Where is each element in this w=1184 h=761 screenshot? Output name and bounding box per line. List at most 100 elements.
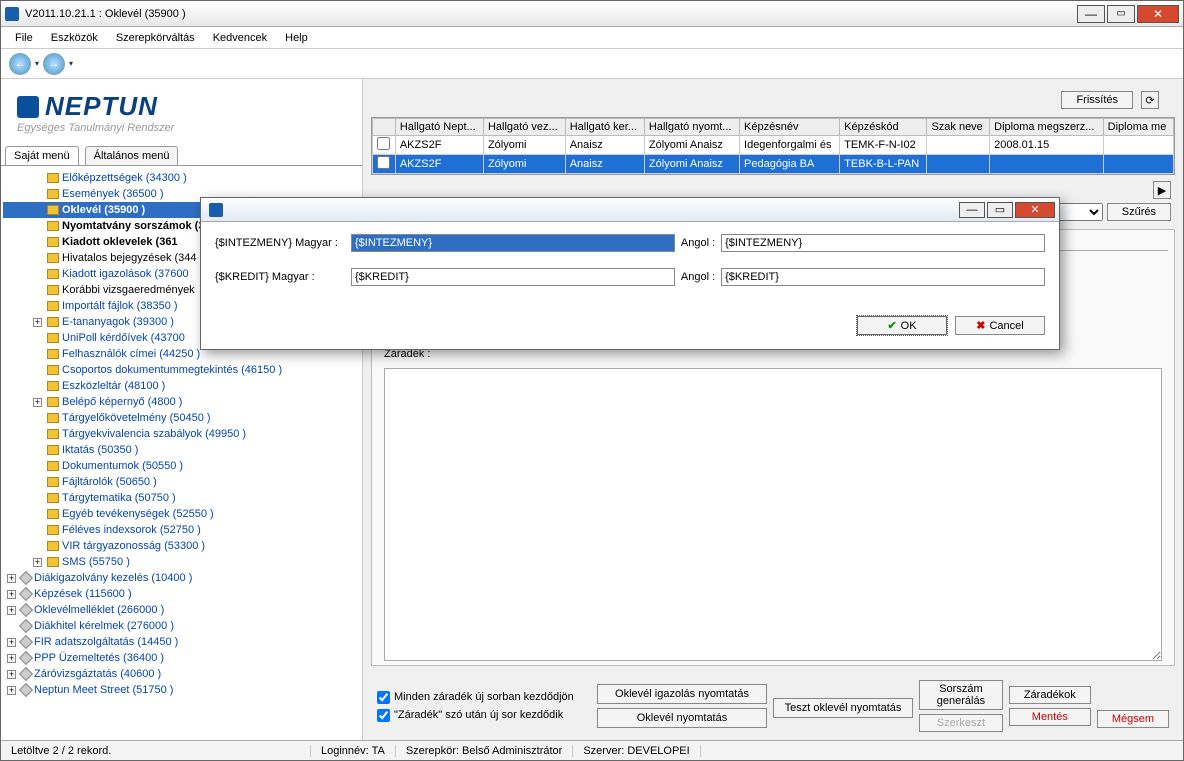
endorsements-button[interactable]: Záradékok [1009, 686, 1091, 704]
chk-row-start[interactable] [377, 691, 390, 704]
table-row[interactable]: AKZS2FZólyomiAnaiszZólyomi AnaiszPedagóg… [373, 155, 1174, 174]
print-cert-button[interactable]: Oklevél nyomtatás [597, 708, 767, 728]
tree-item[interactable]: Iktatás (50350 ) [3, 442, 360, 458]
folder-icon [47, 301, 59, 311]
sidebar-tab-general[interactable]: Általános menü [85, 146, 179, 165]
chk-row-start-label: Minden záradék új sorban kezdődjön [394, 691, 574, 703]
dialog-cancel-button[interactable]: ✖Cancel [955, 316, 1045, 335]
print-cert-confirmation-button[interactable]: Oklevél igazolás nyomtatás [597, 684, 767, 704]
column-header[interactable]: Hallgató Nept... [395, 119, 483, 136]
column-header[interactable]: Diploma me [1103, 119, 1173, 136]
endorsement-textarea[interactable] [384, 368, 1162, 661]
tree-item[interactable]: Dokumentumok (50550 ) [3, 458, 360, 474]
field-intezmeny-hu-input[interactable] [351, 234, 675, 252]
cycle-icon[interactable]: ⟳ [1141, 91, 1159, 109]
app-icon [5, 7, 19, 21]
folder-icon [47, 317, 59, 327]
window-titlebar: V2011.10.21.1 : Oklevél (35900 ) ▭ ✕ [1, 1, 1183, 27]
menu-favorites[interactable]: Kedvencek [207, 30, 273, 46]
folder-icon [47, 237, 59, 247]
menu-role[interactable]: Szerepkörváltás [110, 30, 201, 46]
tree-item[interactable]: +Diákigazolvány kezelés (10400 ) [3, 570, 360, 586]
tree-item[interactable]: +Oklevélmelléklet (266000 ) [3, 602, 360, 618]
folder-icon [47, 333, 59, 343]
column-header[interactable]: Képzésnév [740, 119, 840, 136]
print-test-cert-button[interactable]: Teszt oklevél nyomtatás [773, 698, 913, 718]
app-tagline: Egységes Tanulmányi Rendszer [17, 122, 346, 134]
tree-item[interactable]: +Záróvizsgáztatás (40600 ) [3, 666, 360, 682]
variable-dialog: — ▭ ✕ {$INTEZMENY} Magyar : Angol : {$KR… [200, 197, 1060, 350]
field-kredit-en-input[interactable] [721, 268, 1045, 286]
folder-icon [47, 477, 59, 487]
dialog-minimize-button[interactable]: — [959, 202, 985, 218]
table-row[interactable]: AKZS2FZólyomiAnaiszZólyomi AnaiszIdegenf… [373, 136, 1174, 155]
field-intezmeny-en-input[interactable] [721, 234, 1045, 252]
column-header[interactable]: Hallgató nyomt... [644, 119, 739, 136]
column-header[interactable]: Szak neve [927, 119, 990, 136]
column-header[interactable]: Képzéskód [840, 119, 927, 136]
folder-icon [47, 541, 59, 551]
dialog-maximize-button[interactable]: ▭ [987, 202, 1013, 218]
tree-item[interactable]: +PPP Üzemeltetés (36400 ) [3, 650, 360, 666]
chk-word-newline-label: "Záradék" szó után új sor kezdődik [394, 709, 563, 721]
menu-file[interactable]: File [9, 30, 39, 46]
close-button[interactable]: ✕ [1137, 5, 1179, 23]
folder-icon [47, 269, 59, 279]
filter-button[interactable]: Szűrés [1107, 203, 1171, 221]
diamond-icon [19, 619, 33, 633]
tree-item[interactable]: +SMS (55750 ) [3, 554, 360, 570]
tree-item[interactable]: +Belépő képernyő (4800 ) [3, 394, 360, 410]
folder-icon [47, 205, 59, 215]
menu-help[interactable]: Help [279, 30, 314, 46]
tree-item[interactable]: Előképzettségek (34300 ) [3, 170, 360, 186]
chk-word-newline[interactable] [377, 709, 390, 722]
menu-tools[interactable]: Eszközök [45, 30, 104, 46]
column-header[interactable]: Hallgató ker... [565, 119, 644, 136]
maximize-button[interactable]: ▭ [1107, 5, 1135, 23]
folder-icon [47, 509, 59, 519]
column-header[interactable] [373, 119, 396, 136]
row-checkbox[interactable] [377, 156, 390, 169]
folder-icon [47, 381, 59, 391]
menu-bar: File Eszközök Szerepkörváltás Kedvencek … [1, 27, 1183, 49]
gen-serial-button[interactable]: Sorszám generálás [919, 680, 1003, 710]
data-grid[interactable]: Hallgató Nept...Hallgató vez...Hallgató … [371, 117, 1175, 175]
tree-item[interactable]: Fájltárolók (50650 ) [3, 474, 360, 490]
tree-item[interactable]: Tárgyelőkövetelmény (50450 ) [3, 410, 360, 426]
folder-icon [47, 525, 59, 535]
tree-item[interactable]: Féléves indexsorok (52750 ) [3, 522, 360, 538]
dialog-ok-button[interactable]: ✔OK [857, 316, 947, 335]
tree-item[interactable]: Egyéb tevékenységek (52550 ) [3, 506, 360, 522]
refresh-button[interactable]: Frissítés [1061, 91, 1133, 109]
tree-item[interactable]: Csoportos dokumentummegtekintés (46150 ) [3, 362, 360, 378]
tree-item[interactable]: +Képzések (115600 ) [3, 586, 360, 602]
nav-forward-dropdown[interactable]: ▾ [69, 59, 73, 68]
tree-item[interactable]: Tárgytematika (50750 ) [3, 490, 360, 506]
column-header[interactable]: Diploma megszerz... [990, 119, 1104, 136]
diamond-icon [19, 683, 33, 697]
diamond-icon [19, 667, 33, 681]
scroll-right-icon[interactable]: ▶ [1153, 181, 1171, 199]
nav-forward-button[interactable]: → [43, 53, 65, 75]
diamond-icon [19, 587, 33, 601]
tree-item[interactable]: +Neptun Meet Street (51750 ) [3, 682, 360, 698]
tree-item[interactable]: +FIR adatszolgáltatás (14450 ) [3, 634, 360, 650]
tree-item[interactable]: Diákhitel kérelmek (276000 ) [3, 618, 360, 634]
save-button[interactable]: Mentés [1009, 708, 1091, 726]
folder-icon [47, 221, 59, 231]
row-checkbox[interactable] [377, 137, 390, 150]
dialog-close-button[interactable]: ✕ [1015, 202, 1055, 218]
minimize-button[interactable] [1077, 5, 1105, 23]
cancel-button[interactable]: Mégsem [1097, 710, 1169, 728]
tree-item[interactable]: VIR tárgyazonosság (53300 ) [3, 538, 360, 554]
sidebar-tab-own[interactable]: Saját menü [5, 146, 79, 165]
nav-back-dropdown[interactable]: ▾ [35, 59, 39, 68]
nav-back-button[interactable]: ← [9, 53, 31, 75]
dialog-icon [209, 203, 223, 217]
folder-icon [47, 493, 59, 503]
column-header[interactable]: Hallgató vez... [483, 119, 565, 136]
tree-item[interactable]: Tárgyekvivalencia szabályok (49950 ) [3, 426, 360, 442]
field-kredit-hu-input[interactable] [351, 268, 675, 286]
edit-button[interactable]: Szerkeszt [919, 714, 1003, 732]
tree-item[interactable]: Eszközleltár (48100 ) [3, 378, 360, 394]
